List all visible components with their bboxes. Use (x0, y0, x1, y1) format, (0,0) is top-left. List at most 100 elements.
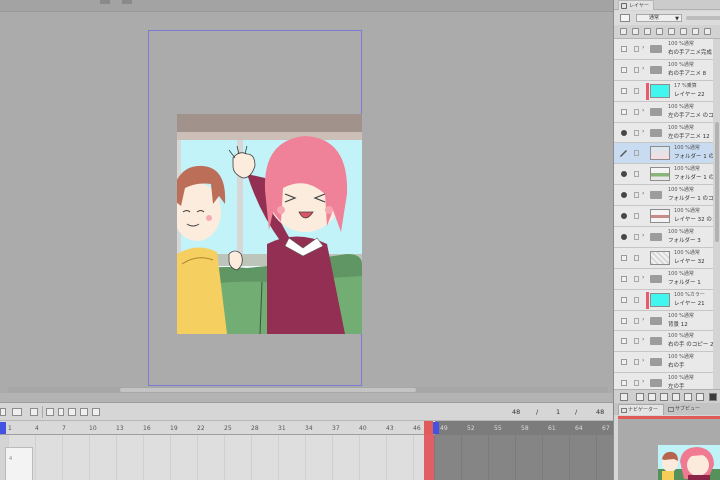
layer-row[interactable]: › 100 %通常 フォルダー 3 (614, 227, 713, 248)
tab-subview[interactable]: サブビュー (666, 404, 720, 415)
tab-navigator[interactable]: ナビゲーター (618, 404, 664, 415)
lock-toggle-icon[interactable] (634, 129, 639, 136)
timeline-ruler[interactable]: 1 4 7 10 13 16 19 22 25 28 31 34 37 40 43 46 49 52 55 58 61 6… (0, 421, 613, 435)
lock-toggle-icon[interactable] (634, 150, 639, 157)
lock-toggle-icon[interactable] (634, 296, 639, 303)
eye-icon[interactable] (621, 171, 627, 178)
chevron-right-icon[interactable]: › (642, 44, 644, 51)
lock-toggle-icon[interactable] (634, 254, 639, 261)
layer-row[interactable]: › 100 %通常左の手アニメ のコピー (614, 101, 713, 123)
eye-icon[interactable] (621, 254, 627, 261)
outline-icon[interactable] (668, 28, 675, 35)
layer-row[interactable]: › 100 %通常 左の手アニメ 12 (614, 122, 713, 144)
menu-icon[interactable] (704, 28, 711, 35)
toolbar-button[interactable] (100, 0, 110, 4)
chevron-right-icon[interactable]: › (642, 107, 644, 114)
copy-layer-icon[interactable] (672, 393, 680, 401)
lock-toggle-icon[interactable] (634, 66, 639, 73)
eye-icon[interactable] (621, 338, 627, 345)
delete-layer-icon[interactable] (696, 393, 704, 401)
lightbox-icon[interactable] (92, 408, 100, 416)
lock-toggle-icon[interactable] (634, 108, 639, 115)
chevron-right-icon[interactable]: › (642, 378, 644, 385)
timeline-menu-icon[interactable] (0, 408, 6, 416)
eye-icon[interactable] (621, 46, 627, 52)
eye-icon[interactable] (621, 296, 627, 303)
lock-toggle-icon[interactable] (634, 359, 639, 366)
layer-row[interactable]: 17 %乗算 レイヤー 22 (614, 80, 713, 102)
lock-toggle-icon[interactable] (634, 275, 639, 282)
chevron-right-icon[interactable]: › (642, 65, 644, 72)
layer-row[interactable]: 100 %通常 レイヤー 32 (614, 247, 713, 269)
layer-color-icon[interactable] (620, 14, 630, 22)
new-animation-cel-icon[interactable] (30, 408, 38, 416)
layer-row[interactable]: 100 %通常レイヤー 32 のコピー (614, 206, 713, 228)
lock-toggle-icon[interactable] (634, 87, 639, 94)
toolbar-button[interactable] (122, 0, 132, 4)
lock-toggle-icon[interactable] (634, 171, 639, 178)
layer-row[interactable]: › 100 %通常 右の手アニメ完成 (614, 39, 713, 60)
navigator-preview[interactable] (618, 419, 720, 480)
lock-toggle-icon[interactable] (634, 317, 639, 324)
eye-icon[interactable] (621, 234, 627, 241)
layer-row[interactable]: › 100 %通常 右の手アニメ 8 (614, 59, 713, 81)
chevron-right-icon[interactable]: › (642, 336, 644, 343)
eye-icon[interactable] (621, 129, 627, 136)
layer-row[interactable]: › 100 %通常 フォルダー 1 (614, 268, 713, 290)
chevron-right-icon[interactable]: › (642, 316, 644, 323)
end-frame-value[interactable]: 48 (512, 408, 520, 416)
new-folder-icon[interactable] (660, 393, 668, 401)
mask-icon[interactable] (656, 28, 663, 35)
eye-icon[interactable] (621, 275, 627, 282)
layer-row[interactable]: › 100 %通常 背景 12 (614, 310, 713, 332)
track-frame-grid[interactable] (8, 435, 424, 480)
layer-row[interactable]: 100 %通常フォルダー 1 のコピー (614, 143, 713, 165)
chevron-right-icon[interactable]: › (642, 232, 644, 239)
lock-toggle-icon[interactable] (634, 213, 639, 220)
layer-row[interactable]: 100 %カラー レイヤー 21 (614, 289, 713, 311)
clip-icon[interactable] (620, 28, 627, 35)
canvas-scrollbar-thumb[interactable] (120, 388, 416, 392)
chevron-right-icon[interactable]: › (642, 274, 644, 281)
playhead-marker[interactable] (424, 421, 433, 435)
layer-row[interactable]: › 100 %通常フォルダー 1 のコピー (614, 185, 713, 207)
animation-cel[interactable]: 4 (5, 447, 33, 480)
eye-icon[interactable] (621, 66, 627, 73)
layer-scrollbar-thumb[interactable] (715, 122, 719, 242)
opacity-slider[interactable] (686, 16, 720, 20)
new-vector-layer-icon[interactable] (648, 393, 656, 401)
eye-icon[interactable] (621, 213, 627, 220)
canvas-artwork[interactable] (177, 114, 362, 334)
mask-layer-icon[interactable] (709, 393, 717, 401)
total-frame-value[interactable]: 48 (596, 408, 604, 416)
new-raster-layer-icon[interactable] (636, 393, 644, 401)
eye-icon[interactable] (621, 359, 627, 366)
eye-icon[interactable] (621, 380, 627, 387)
lock-icon[interactable] (644, 28, 651, 35)
chevron-right-icon[interactable]: › (642, 357, 644, 364)
lock-toggle-icon[interactable] (634, 338, 639, 345)
canvas-area[interactable] (0, 0, 613, 402)
layer-row[interactable]: 100 %通常フォルダー 1 のコピー (614, 164, 713, 186)
chevron-down-icon[interactable] (58, 408, 64, 416)
layer-list[interactable]: › 100 %通常 右の手アニメ完成 › 100 %通常 右の手アニメ 8 17 %乗算 レイ… (614, 39, 713, 389)
grid-icon[interactable] (692, 28, 699, 35)
eye-icon[interactable] (621, 87, 627, 94)
timeline-track[interactable]: 4 (0, 435, 613, 480)
layer-property-icon[interactable] (620, 393, 628, 401)
layer-row[interactable]: › 100 %通常 右の手 (614, 352, 713, 374)
lock-toggle-icon[interactable] (634, 46, 639, 52)
onion-skin-icon[interactable] (46, 408, 54, 416)
merge-layer-icon[interactable] (684, 393, 692, 401)
tab-layer[interactable]: レイヤー (618, 0, 654, 10)
reference-icon[interactable] (632, 28, 639, 35)
blend-mode-select[interactable]: 通常 ▼ (636, 14, 682, 22)
eye-icon[interactable] (621, 192, 627, 199)
layer-row[interactable]: › 100 %通常 左の手 (614, 373, 713, 389)
layer-row[interactable]: › 100 %通常 右の手 のコピー 2 (614, 331, 713, 353)
eye-icon[interactable] (621, 108, 627, 115)
timeline-button[interactable] (12, 408, 22, 416)
playback-end-marker[interactable] (433, 422, 439, 434)
lock-toggle-icon[interactable] (634, 234, 639, 241)
eye-icon[interactable] (621, 317, 627, 324)
